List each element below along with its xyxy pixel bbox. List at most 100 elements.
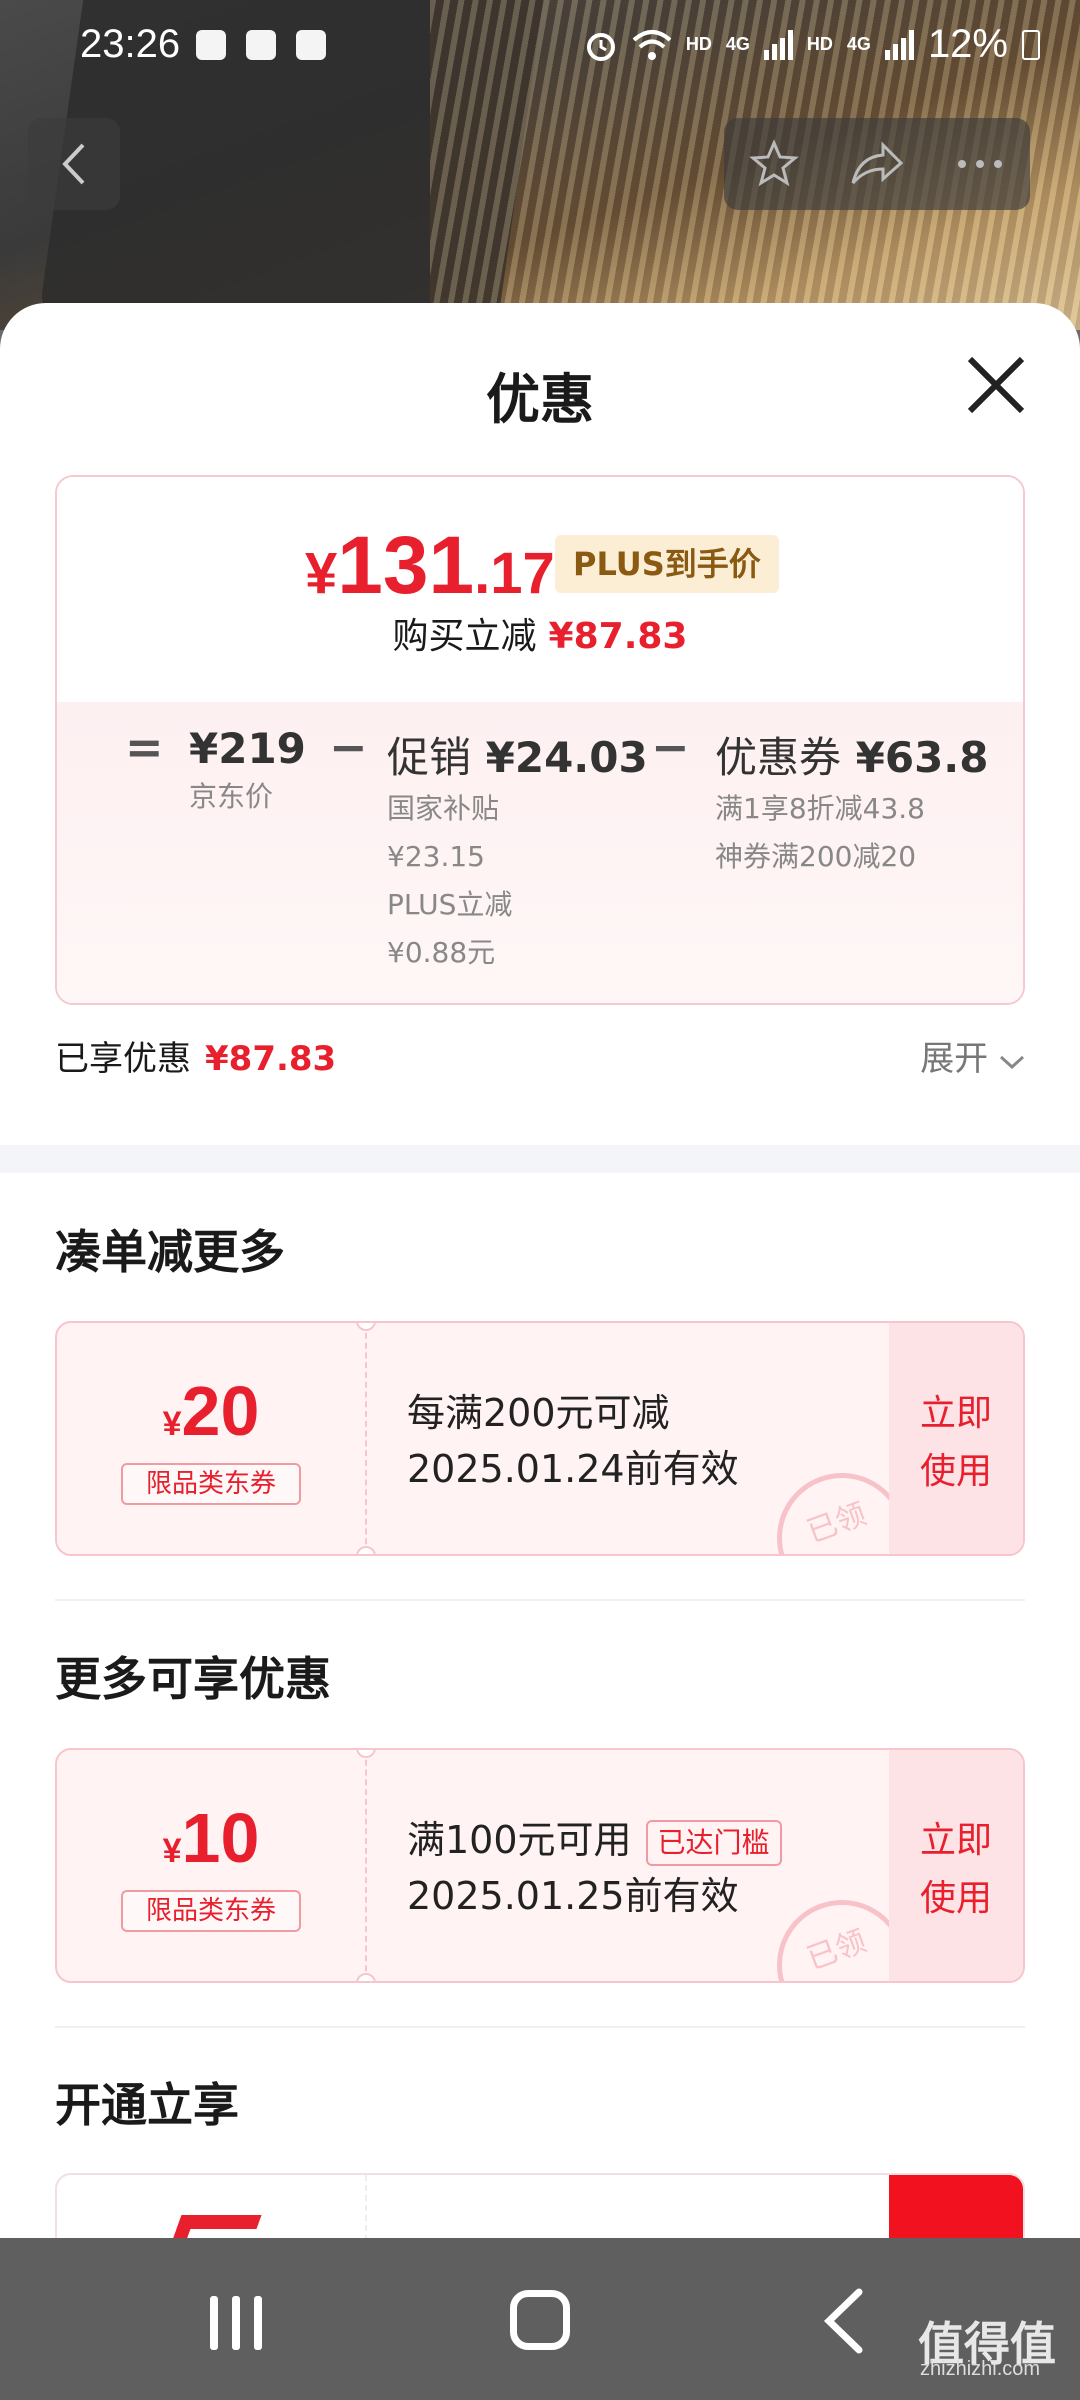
hd-label-2: HD [806,34,833,54]
enjoyed-discount: 已享优惠 ¥87.83 [55,1031,336,1080]
chevron-down-icon [999,1055,1025,1070]
base-price-label: 京东价 [189,780,274,813]
coupon-description: 每满200元可减 2025.01.24前有效 [407,1385,739,1497]
app2-notification-icon [296,30,326,60]
minus-sign-1: − [329,720,368,774]
instant-saving-label: 购买立减 [392,616,537,657]
enjoyed-label: 已享优惠 [55,1039,191,1079]
membership-card-separator [365,2175,367,2238]
status-time: 23:26 [80,22,181,66]
sheet-title: 优惠 [486,368,594,431]
hd-label-1: HD [685,34,712,54]
expand-label: 展开 [920,1039,989,1079]
final-price-decimal: .17 [474,541,555,606]
instant-saving-value: ¥87.83 [548,616,688,657]
home-button[interactable] [510,2290,570,2350]
promo-sub-2: ¥23.15 [387,840,485,873]
base-price-value: ¥219 [189,724,306,773]
section-title-more-discounts: 更多可享优惠 [55,1652,331,1706]
coupon-label: 优惠券 [715,733,842,782]
threshold-reached-badge: 已达门槛 [645,1819,782,1866]
discount-sheet: 优惠 ¥131.17 PLUS到手价 购买立减 ¥87.83 = ¥219 京东价… [0,303,1080,2238]
signal-icon-2 [884,29,914,60]
coupon-condition: 每满200元可减 [407,1391,670,1435]
use-now-line1: 立即 [919,1820,992,1861]
use-now-line2: 使用 [919,1451,992,1492]
promo-label: 促销 [387,733,472,782]
promo-block: 促销 ¥24.03 国家补贴 ¥23.15 PLUS立减 ¥0.88元 [387,724,648,977]
use-now-line2: 使用 [919,1878,992,1919]
network-label-2: 4G [846,34,871,54]
star-icon[interactable] [749,139,799,189]
close-icon[interactable] [956,345,1036,425]
battery-percent: 12% [927,22,1008,66]
coupon-line: 优惠券 ¥63.8 [715,724,989,785]
coupon-expiry: 2025.01.24前有效 [407,1447,739,1491]
top-action-bar [724,118,1030,210]
equals-sign: = [125,720,164,774]
expand-button[interactable]: 展开 [920,1031,1025,1080]
use-now-button[interactable]: 立即 使用 [889,1750,1023,1981]
section-title-membership: 开通立享 [55,2078,239,2132]
gallery-notification-icon [246,30,276,60]
enjoyed-value: ¥87.83 [205,1039,337,1079]
promo-line: 促销 ¥24.03 [387,724,648,785]
signal-icon-1 [763,29,793,60]
coupon-value: ¥63.8 [855,733,989,782]
promo-sub-4: ¥0.88元 [387,936,496,969]
coupon-left: ¥10 限品类东券 [57,1750,365,1981]
coupon-expiry: 2025.01.25前有效 [407,1874,739,1918]
coupon-description: 满100元可用 已达门槛 2025.01.25前有效 [407,1812,782,1924]
coupon-amount-value: 10 [181,1799,260,1877]
status-bar: 23:26 HD 4G HD 4G 12% [0,0,1080,100]
watermark-url: zhizhizhi.com [920,2358,1041,2380]
plus-price-badge: PLUS到手价 [555,535,779,593]
recent-apps-button[interactable] [210,2296,262,2350]
app-notification-icon [196,30,226,60]
instant-saving-line: 购买立减 ¥87.83 [57,607,1023,659]
price-breakdown-card: ¥131.17 PLUS到手价 购买立减 ¥87.83 = ¥219 京东价 − … [55,475,1025,1005]
coupon-left: ¥20 限品类东券 [57,1323,365,1554]
membership-offer-glyph [152,2215,262,2238]
price-summary: ¥131.17 PLUS到手价 购买立减 ¥87.83 [57,477,1023,702]
use-now-line1: 立即 [919,1393,992,1434]
final-price: ¥131.17 [305,519,555,613]
coupon-card-20[interactable]: ¥20 限品类东券 每满200元可减 2025.01.24前有效 已领 立即 使… [55,1321,1025,1556]
coupon-separator [365,1750,367,1981]
coupon-currency: ¥ [162,1405,182,1443]
coupon-notch-bottom [356,1973,376,1981]
back-button[interactable] [28,118,120,210]
promo-sub-3: PLUS立减 [387,888,513,921]
chevron-left-icon [62,143,85,185]
final-price-currency: ¥ [305,541,338,606]
membership-action-button[interactable] [889,2175,1023,2238]
coupon-amount: ¥10 [57,1798,365,1878]
use-now-button[interactable]: 立即 使用 [889,1323,1023,1554]
notification-icons [196,30,326,60]
section-separator [55,2026,1025,2028]
minus-sign-2: − [651,720,690,774]
coupon-amount: ¥20 [57,1371,365,1451]
share-icon[interactable] [849,139,905,189]
coupon-sub-1: 满1享8折减43.8 [715,792,925,825]
more-icon[interactable] [955,157,1005,171]
system-back-icon[interactable] [815,2286,875,2356]
system-navigation-bar: 值得值 zhizhizhi.com [0,2238,1080,2400]
network-label-1: 4G [725,34,750,54]
coupon-category-tag: 限品类东券 [121,1463,301,1505]
battery-icon [1022,29,1040,60]
coupon-condition-row: 满100元可用 已达门槛 [407,1812,782,1868]
coupon-card-10[interactable]: ¥10 限品类东券 满100元可用 已达门槛 2025.01.25前有效 已领 立… [55,1748,1025,1983]
promo-sub-1: 国家补贴 [387,792,500,825]
promo-value: ¥24.03 [485,733,648,782]
membership-offer-card[interactable] [55,2173,1025,2238]
alarm-icon [586,32,615,61]
coupon-currency: ¥ [162,1832,182,1870]
section-title-bundle: 凑单减更多 [55,1225,285,1279]
section-separator [55,1599,1025,1601]
coupon-amount-value: 20 [181,1372,260,1450]
status-right: HD 4G HD 4G 12% [584,22,1040,67]
price-formula: = ¥219 京东价 − 促销 ¥24.03 国家补贴 ¥23.15 PLUS立… [57,702,1023,1003]
coupon-separator [365,1323,367,1554]
section-divider [0,1145,1080,1173]
